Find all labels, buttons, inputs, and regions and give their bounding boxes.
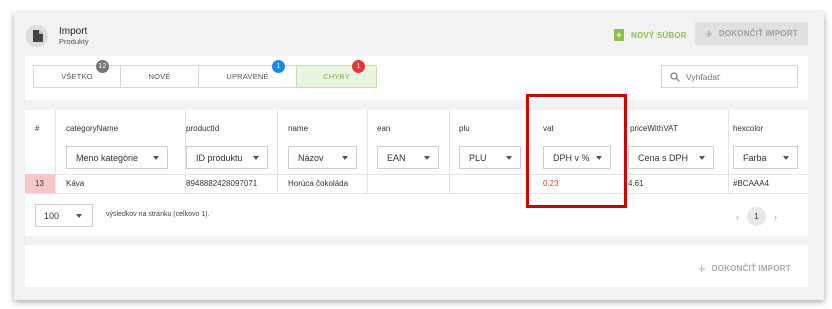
search-placeholder: Vyhľadať (686, 71, 721, 82)
finish-import-button-bottom[interactable]: + DOKONČIŤ IMPORT (698, 261, 791, 276)
chevron-down-icon (424, 156, 430, 160)
row-number-error: 13 (25, 174, 55, 193)
select-value: Cena s DPH (638, 152, 689, 163)
document-icon (26, 25, 48, 47)
chevron-down-icon (253, 156, 259, 160)
chevron-down-icon (76, 214, 82, 218)
select-value: PLU (469, 152, 487, 163)
column-mapping-select[interactable]: EAN (377, 146, 439, 169)
select-value: Farba (743, 152, 767, 163)
chevron-down-icon (153, 156, 159, 160)
table-cell: Káva (66, 179, 85, 188)
column-mapping-select[interactable]: Cena s DPH (628, 146, 714, 169)
count-badge: 1 (352, 60, 365, 73)
tab-label: VŠETKO (61, 72, 93, 81)
column-header: categoryName (66, 124, 119, 133)
finish-import-label: DOKONČIŤ IMPORT (718, 29, 798, 38)
filter-tabs: VŠETKO 12 NOVÉ UPRAVENÉ 1 CHYBY 1 (33, 60, 377, 88)
new-file-button[interactable]: + NOVÝ SÚBOR (614, 29, 687, 41)
filter-bar: VŠETKO 12 NOVÉ UPRAVENÉ 1 CHYBY 1 Vyhľad… (25, 56, 808, 100)
search-input[interactable]: Vyhľadať (661, 65, 798, 88)
pagination-summary: výsledkov na stránku (celkovo 1). (106, 211, 210, 218)
pagination: ‹ 1 › (736, 207, 777, 226)
column-mapping-select[interactable]: Meno kategórie (66, 146, 168, 169)
chevron-down-icon (699, 156, 705, 160)
tab-new[interactable]: NOVÉ (120, 65, 199, 88)
table-cell: #BCAAA4 (733, 179, 770, 188)
page-header: Import Produkty + NOVÝ SÚBOR + DOKONČIŤ … (14, 12, 824, 56)
import-table: # categoryName Meno kategórie productId … (25, 110, 808, 236)
finish-import-label: DOKONČIŤ IMPORT (711, 264, 791, 273)
tab-label: NOVÉ (148, 72, 171, 81)
column-header: ean (377, 124, 391, 133)
table-cell: 8948882428097071 (186, 179, 258, 188)
select-value: ID produktu (196, 152, 243, 163)
column-header: plu (459, 124, 470, 133)
prev-page-button[interactable]: ‹ (736, 212, 739, 222)
tab-label: CHYBY (323, 72, 350, 81)
row-number-header: # (35, 124, 40, 133)
page-title: Import (59, 26, 88, 37)
page-subtitle: Produkty (59, 37, 89, 46)
plus-icon: + (705, 26, 713, 41)
chevron-down-icon (342, 156, 348, 160)
select-value: EAN (387, 152, 406, 163)
table-cell: Horúca čokoláda (288, 179, 349, 188)
column-header: hexcolor (733, 124, 764, 133)
table-cell: 4.61 (628, 179, 644, 188)
new-file-icon: + (614, 29, 624, 41)
column-header: priceWithVAT (630, 124, 678, 133)
select-value: Názov (298, 152, 324, 163)
vat-column-highlight (526, 94, 627, 208)
page-1-button[interactable]: 1 (747, 207, 766, 226)
column-mapping-select[interactable]: Názov (288, 146, 357, 169)
import-window: Import Produkty + NOVÝ SÚBOR + DOKONČIŤ … (14, 12, 824, 300)
tab-errors[interactable]: CHYBY 1 (296, 60, 377, 88)
chevron-down-icon (506, 156, 512, 160)
plus-icon: + (698, 261, 706, 276)
next-page-button[interactable]: › (774, 212, 777, 222)
column-header: productId (186, 124, 220, 133)
new-file-label: NOVÝ SÚBOR (631, 30, 687, 40)
tab-modified[interactable]: UPRAVENÉ 1 (198, 60, 297, 88)
search-icon (670, 71, 680, 82)
select-value: 100 (44, 210, 60, 221)
footer-bar: + DOKONČIŤ IMPORT (25, 245, 808, 287)
select-value: Meno kategórie (76, 152, 139, 163)
column-mapping-select[interactable]: Farba (733, 146, 798, 169)
column-header: name (288, 124, 309, 133)
tab-all[interactable]: VŠETKO 12 (33, 60, 121, 88)
per-page-select[interactable]: 100 (35, 204, 93, 227)
finish-import-button-top[interactable]: + DOKONČIŤ IMPORT (695, 22, 808, 45)
count-badge: 1 (272, 60, 285, 73)
column-mapping-select[interactable]: PLU (459, 146, 521, 169)
column-mapping-select[interactable]: ID produktu (186, 146, 268, 169)
chevron-down-icon (783, 156, 789, 160)
count-badge: 12 (96, 60, 109, 73)
tab-label: UPRAVENÉ (226, 72, 269, 81)
